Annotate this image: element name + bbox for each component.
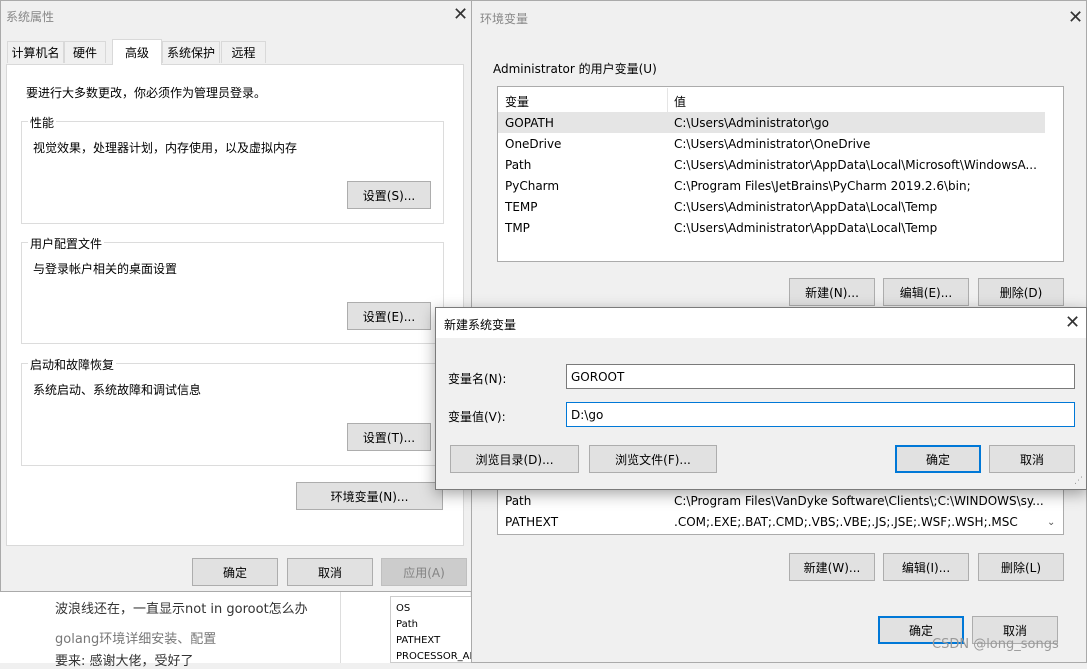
bg-list: OS Path PATHEXT PROCESSOR_AR: [390, 596, 476, 663]
scroll-down-icon[interactable]: ⌄: [1047, 517, 1055, 528]
dialog-title-bar: [436, 308, 1086, 338]
system-edit-button[interactable]: 编辑(I)...: [883, 553, 969, 581]
variable-name: OneDrive: [505, 136, 562, 151]
variable-value: C:\Users\Administrator\OneDrive: [674, 136, 871, 151]
variable-value: C:\Users\Administrator\AppData\Local\Tem…: [674, 199, 938, 214]
user-new-button[interactable]: 新建(N)...: [789, 278, 875, 306]
table-row[interactable]: Path C:\Program Files\VanDyke Software\C…: [498, 490, 1063, 511]
system-properties-window: 系统属性 ✕ 计算机名 硬件 高级 系统保护 远程 要进行大多数更改，你必须作为…: [0, 0, 472, 592]
bg-list-item: Path: [396, 619, 418, 630]
variable-value: .COM;.EXE;.BAT;.CMD;.VBS;.VBE;.JS;.JSE;.…: [674, 514, 1018, 529]
variable-value: C:\Program Files\VanDyke Software\Client…: [674, 493, 1044, 508]
environment-variables-button[interactable]: 环境变量(N)...: [296, 482, 443, 510]
table-row[interactable]: TMP C:\Users\Administrator\AppData\Local…: [498, 217, 1063, 238]
table-row[interactable]: OneDrive C:\Users\Administrator\OneDrive: [498, 133, 1063, 154]
performance-desc: 视觉效果，处理器计划，内存使用，以及虚拟内存: [33, 141, 298, 155]
bg-comment-line: 要来: 感谢大佬，受好了: [55, 654, 194, 669]
tab-advanced[interactable]: 高级: [112, 39, 162, 65]
system-new-button[interactable]: 新建(W)...: [789, 553, 875, 581]
variable-name-label: 变量名(N):: [448, 372, 507, 386]
variable-name: TMP: [505, 220, 530, 235]
ok-button[interactable]: 确定: [192, 558, 278, 586]
close-icon[interactable]: ✕: [1068, 9, 1083, 27]
table-row[interactable]: GOPATH C:\Users\Administrator\go: [498, 112, 1045, 133]
user-edit-button[interactable]: 编辑(E)...: [883, 278, 969, 306]
performance-label: 性能: [28, 114, 57, 131]
window-title: 系统属性: [6, 10, 55, 24]
startup-label: 启动和故障恢复: [28, 356, 117, 373]
watermark: CSDN @long_songs: [932, 637, 1059, 652]
column-header-variable[interactable]: 变量: [505, 93, 529, 110]
startup-settings-button[interactable]: 设置(T)...: [347, 423, 431, 451]
table-row[interactable]: PyCharm C:\Program Files\JetBrains\PyCha…: [498, 175, 1063, 196]
tab-system-protection[interactable]: 系统保护: [162, 41, 220, 63]
system-delete-button[interactable]: 删除(L): [978, 553, 1064, 581]
variable-name: PyCharm: [505, 178, 560, 193]
admin-note: 要进行大多数更改，你必须作为管理员登录。: [26, 86, 267, 100]
tab-hardware[interactable]: 硬件: [64, 41, 106, 63]
user-profile-desc: 与登录帐户相关的桌面设置: [33, 262, 178, 276]
apply-button[interactable]: 应用(A): [381, 558, 467, 586]
close-icon[interactable]: ✕: [1065, 314, 1080, 332]
tab-computer-name[interactable]: 计算机名: [7, 41, 64, 63]
new-system-variable-dialog: 新建系统变量 ✕ 变量名(N): GOROOT 变量值(V): D:\go 浏览…: [435, 307, 1087, 490]
variable-value: C:\Program Files\JetBrains\PyCharm 2019.…: [674, 178, 971, 193]
resize-grip-icon[interactable]: ⋰: [1074, 476, 1083, 486]
close-icon[interactable]: ✕: [453, 6, 468, 24]
dialog-title: 新建系统变量: [444, 318, 517, 332]
variable-value: C:\Users\Administrator\go: [674, 115, 829, 130]
user-variables-list: 变量 值 GOPATH C:\Users\Administrator\go On…: [497, 86, 1064, 262]
ok-button[interactable]: 确定: [895, 445, 981, 473]
cancel-button[interactable]: 取消: [287, 558, 373, 586]
bg-divider: [340, 590, 341, 663]
column-divider: [667, 88, 668, 112]
table-row[interactable]: Path C:\Users\Administrator\AppData\Loca…: [498, 154, 1063, 175]
variable-name: TEMP: [505, 199, 538, 214]
browse-directory-button[interactable]: 浏览目录(D)...: [450, 445, 579, 473]
table-row[interactable]: PATHEXT .COM;.EXE;.BAT;.CMD;.VBS;.VBE;.J…: [498, 511, 1063, 532]
bg-link[interactable]: golang环境详细安装、配置: [55, 628, 216, 647]
variable-name: Path: [505, 157, 532, 172]
profile-settings-button[interactable]: 设置(E)...: [347, 302, 431, 330]
user-delete-button[interactable]: 删除(D): [978, 278, 1064, 306]
variable-value-label: 变量值(V):: [448, 410, 506, 424]
bg-list-item: PROCESSOR_AR: [396, 651, 477, 662]
variable-name: GOPATH: [505, 115, 554, 130]
variable-name-field[interactable]: GOROOT: [566, 364, 1075, 389]
bg-comment-line: 波浪线还在，一直显示not in goroot怎么办: [55, 602, 308, 617]
bg-list-item: OS: [396, 603, 411, 614]
column-header-value[interactable]: 值: [674, 93, 686, 110]
bg-list-item: PATHEXT: [396, 635, 441, 646]
user-variables-label: Administrator 的用户变量(U): [493, 62, 657, 76]
variable-value: C:\Users\Administrator\AppData\Local\Tem…: [674, 220, 938, 235]
system-variables-list: Path C:\Program Files\VanDyke Software\C…: [497, 487, 1064, 535]
variable-name: Path: [505, 493, 532, 508]
startup-desc: 系统启动、系统故障和调试信息: [33, 383, 202, 397]
tab-remote[interactable]: 远程: [221, 41, 266, 63]
performance-settings-button[interactable]: 设置(S)...: [347, 181, 431, 209]
user-profile-label: 用户配置文件: [28, 235, 105, 252]
cancel-button[interactable]: 取消: [989, 445, 1075, 473]
table-row[interactable]: TEMP C:\Users\Administrator\AppData\Loca…: [498, 196, 1063, 217]
browse-file-button[interactable]: 浏览文件(F)...: [589, 445, 717, 473]
variable-name: PATHEXT: [505, 514, 559, 529]
variable-value: C:\Users\Administrator\AppData\Local\Mic…: [674, 157, 1037, 172]
window-title: 环境变量: [480, 12, 529, 26]
variable-value-field[interactable]: D:\go: [566, 402, 1075, 427]
